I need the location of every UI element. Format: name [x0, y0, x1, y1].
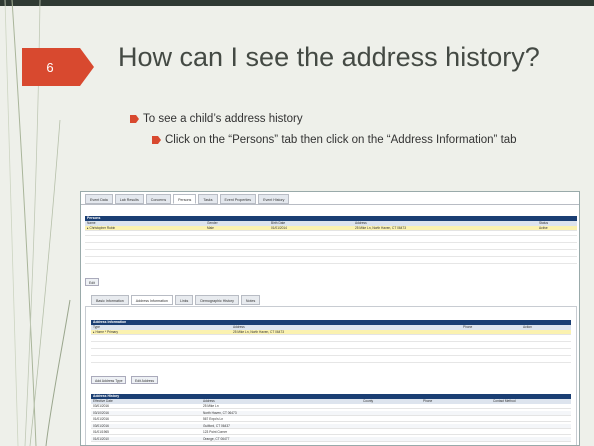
table-cell	[361, 411, 421, 415]
table-row-empty	[91, 358, 571, 363]
tab-concerns[interactable]: Concerns	[145, 194, 172, 204]
table-row[interactable]: 01/01/2010 Orange, CT 06477	[91, 436, 571, 442]
table-row-empty	[85, 231, 577, 236]
table-row-empty	[85, 259, 577, 264]
table-cell	[361, 404, 421, 408]
table-row-empty	[91, 351, 571, 356]
table-row[interactable]: ▸ Home * Primary 25 Mike Ln, North Haven…	[91, 330, 571, 335]
bullet-text: To see a child’s address history	[143, 113, 303, 125]
table-cell	[421, 404, 491, 408]
table-cell	[361, 417, 421, 421]
table-cell	[491, 404, 571, 408]
table-cell	[491, 417, 571, 421]
table-cell: North Haven, CT 06473	[203, 410, 237, 415]
table-cell: 01/01/2014	[271, 226, 287, 230]
table-row-empty	[91, 337, 571, 342]
table-cell	[361, 424, 421, 428]
table-row[interactable]: 01/01/1965 123 Point Corner	[91, 430, 571, 435]
table-cell: Active	[539, 226, 548, 230]
tab-tasks[interactable]: Tasks	[198, 194, 218, 204]
subtab-demographic-history[interactable]: Demographic History	[195, 295, 239, 305]
table-cell	[361, 437, 421, 441]
arrow-bullet-icon	[130, 115, 139, 123]
table-row[interactable]: 03/10/2016 North Haven, CT 06473	[91, 410, 571, 416]
table-cell: 01/01/1965	[93, 430, 109, 434]
subtab-address-information[interactable]: Address Information	[130, 295, 173, 305]
table-cell	[461, 330, 521, 334]
application-screenshot: Event Data Lab Results Concerns Persons …	[80, 191, 580, 446]
sub-bullet-item: Click on the “Persons” tab then click on…	[152, 133, 570, 148]
tab-divider	[81, 204, 579, 205]
table-cell	[491, 424, 571, 428]
subtab-basic-information[interactable]: Basic Information	[91, 295, 129, 305]
tab-persons[interactable]: Persons	[173, 194, 197, 204]
table-cell: 03/01/2016	[93, 404, 109, 408]
table-cell: 01/01/2010	[93, 436, 109, 441]
table-cell	[521, 330, 571, 334]
add-address-type-button[interactable]: Add Address Type	[91, 376, 127, 384]
table-cell: Guilford, CT 06437	[203, 423, 230, 428]
subtab-notes[interactable]: Notes	[240, 295, 261, 305]
table-cell: 25 Mike Ln	[203, 404, 219, 408]
tab-event-properties[interactable]: Event Properties	[219, 194, 257, 204]
table-cell: ▸ Christopher Rubin	[87, 226, 116, 230]
table-cell	[421, 417, 491, 421]
table-row[interactable]: 03/01/2016 25 Mike Ln	[91, 404, 571, 409]
tab-event-data[interactable]: Event Data	[85, 194, 113, 204]
bullet-item: To see a child’s address history	[130, 112, 570, 127]
table-row-empty	[91, 344, 571, 349]
table-cell	[491, 437, 571, 441]
edit-address-button[interactable]: Edit Address	[131, 376, 159, 384]
tab-lab-results[interactable]: Lab Results	[114, 194, 144, 204]
slide-title: How can I see the address history?	[118, 42, 540, 72]
table-cell: 567 Expo's Ln	[203, 417, 224, 421]
table-cell: Orange, CT 06477	[203, 436, 230, 441]
table-row-empty	[85, 245, 577, 250]
table-cell	[421, 437, 491, 441]
subtab-links[interactable]: Links	[174, 295, 194, 305]
tab-event-history[interactable]: Event History	[258, 194, 290, 204]
slide: 6 How can I see the address history? To …	[0, 0, 594, 446]
table-cell: Male	[207, 226, 214, 230]
table-cell	[491, 411, 571, 415]
table-row[interactable]: 01/01/2016 567 Expo's Ln	[91, 417, 571, 422]
bullet-list: To see a child’s address history Click o…	[130, 112, 570, 148]
person-subtabs: Basic Information Address Information Li…	[91, 295, 261, 305]
table-cell	[421, 411, 491, 415]
table-row[interactable]: 03/01/2016 Guilford, CT 06437	[91, 423, 571, 429]
edit-button[interactable]: Edit	[85, 278, 99, 286]
table-cell: 03/01/2016	[93, 423, 109, 428]
table-row-empty	[85, 252, 577, 257]
table-cell: 01/01/2016	[93, 417, 109, 421]
event-tabs: Event Data Lab Results Concerns Persons …	[85, 194, 290, 204]
table-cell: 25 Mike Ln, North Haven, CT 06473	[233, 330, 284, 334]
table-cell: 25 Mike Ln, North Haven, CT 06473	[355, 226, 406, 230]
arrow-bullet-icon	[152, 136, 161, 144]
table-cell: 123 Point Corner	[203, 430, 228, 434]
table-cell: 03/10/2016	[93, 410, 109, 415]
table-row-empty	[85, 238, 577, 243]
table-cell: ▸ Home * Primary	[93, 330, 118, 334]
table-cell	[491, 430, 571, 434]
table-cell	[421, 424, 491, 428]
table-cell	[421, 430, 491, 434]
sub-bullet-text: Click on the “Persons” tab then click on…	[165, 134, 517, 146]
table-cell	[361, 430, 421, 434]
slide-number: 6	[46, 59, 54, 75]
